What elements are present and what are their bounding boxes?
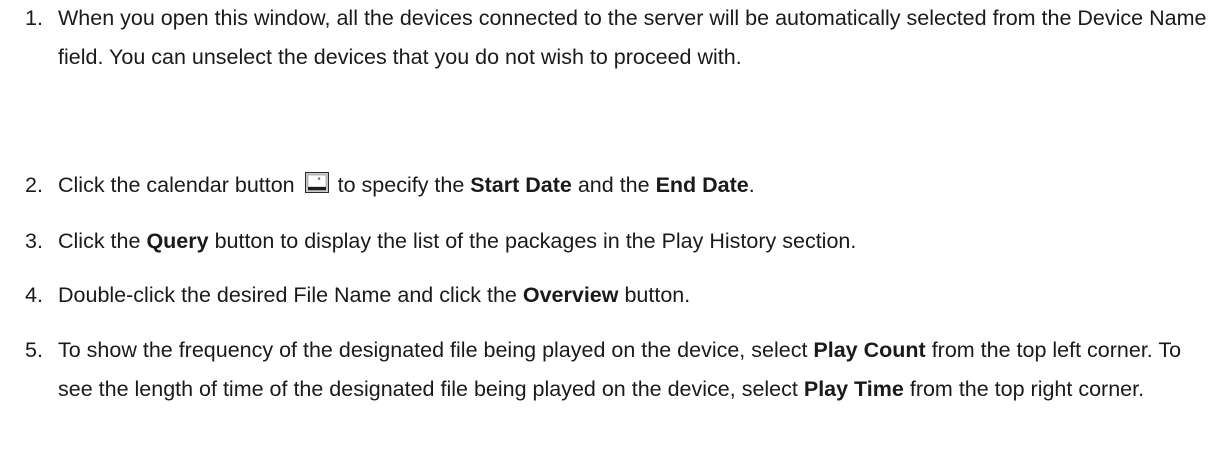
instruction-document: 1. When you open this window, all the de… <box>0 0 1219 466</box>
step-text: Click the Query button to display the li… <box>58 222 1213 261</box>
step-number: 4. <box>25 283 43 307</box>
play-count-term: Play Count <box>813 338 926 362</box>
step-text-part: button. <box>624 283 691 307</box>
overview-button-term: Overview <box>522 283 619 307</box>
step-number: 1. <box>25 6 43 30</box>
step-text-part: button to display the list of the packag… <box>214 229 857 253</box>
calendar-button-icon <box>304 172 329 193</box>
step-5: 5. To show the frequency of the designat… <box>25 331 1213 409</box>
step-text: To show the frequency of the designated … <box>58 331 1213 409</box>
step-number: 3. <box>25 229 43 253</box>
start-date-term: Start Date <box>470 173 572 197</box>
step-text: Double-click the desired File Name and c… <box>58 276 1213 315</box>
step-text-part: and the <box>577 173 650 197</box>
step-4: 4. Double-click the desired File Name an… <box>25 276 1213 315</box>
step-number: 2. <box>25 173 43 197</box>
step-text-part: from the top right corner. <box>909 377 1145 401</box>
step-number: 5. <box>25 338 43 362</box>
step-3: 3. Click the Query button to display the… <box>25 222 1213 261</box>
step-text-part: . <box>748 173 755 197</box>
step-text-part: Double-click the desired File Name and c… <box>58 283 517 307</box>
step-text-part: Click the <box>58 229 141 253</box>
step-text-part: Click the calendar button <box>58 173 295 197</box>
step-text-part: To show the frequency of the designated … <box>58 338 808 362</box>
play-time-term: Play Time <box>803 377 904 401</box>
query-button-term: Query <box>146 229 209 253</box>
step-2: 2. Click the calendar button to specify … <box>25 166 1213 205</box>
step-text: Click the calendar button to specify the… <box>58 166 1213 205</box>
end-date-term: End Date <box>655 173 749 197</box>
step-1: 1. When you open this window, all the de… <box>25 0 1213 77</box>
step-text: When you open this window, all the devic… <box>58 6 1207 69</box>
step-text-part: to specify the <box>337 173 465 197</box>
